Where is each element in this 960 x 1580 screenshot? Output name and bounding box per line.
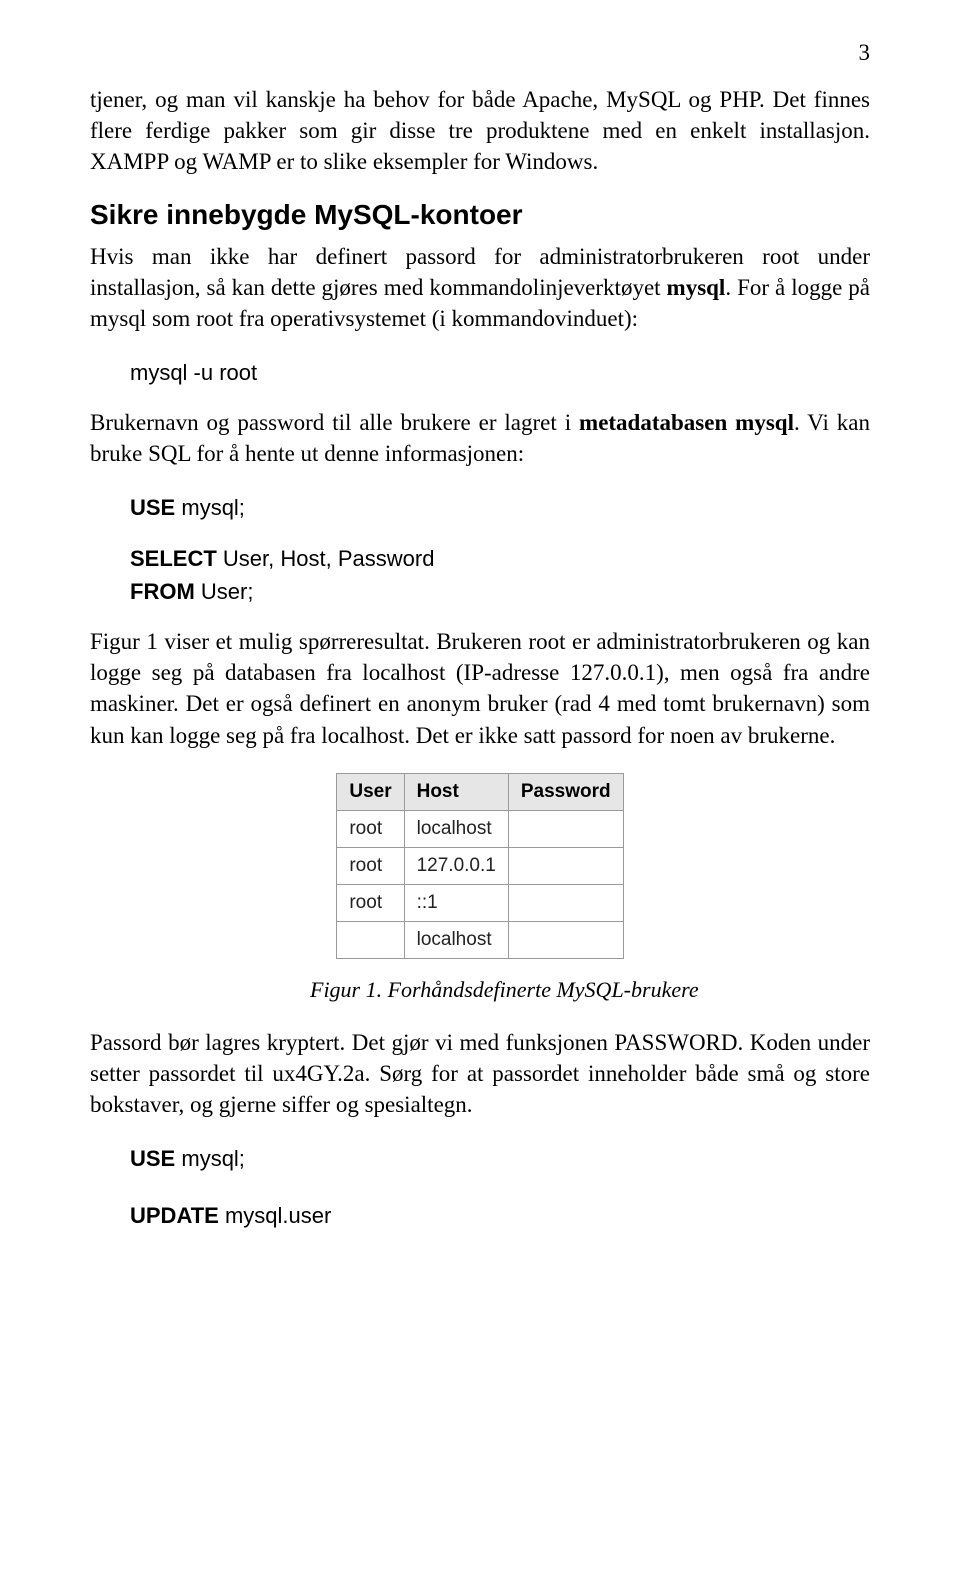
keyword: USE: [130, 1146, 175, 1171]
code-line: mysql -u root: [130, 360, 257, 385]
code-line: USE mysql;: [130, 491, 870, 524]
paragraph-3: Brukernavn og password til alle brukere …: [90, 407, 870, 469]
cell-user: root: [337, 884, 404, 921]
cell-host: localhost: [404, 810, 508, 847]
cell-host: ::1: [404, 884, 508, 921]
code-block-login: mysql -u root: [130, 356, 870, 389]
table-row: localhost: [337, 921, 623, 958]
bold-text: metadatabasen mysql: [579, 410, 794, 435]
paragraph-5: Passord bør lagres kryptert. Det gjør vi…: [90, 1027, 870, 1120]
text: Brukernavn og password til alle brukere …: [90, 410, 579, 435]
paragraph-4: Figur 1 viser et mulig spørreresultat. B…: [90, 626, 870, 750]
code-block-update: UPDATE mysql.user: [130, 1199, 870, 1232]
code-text: mysql;: [175, 1146, 245, 1171]
cell-user: [337, 921, 404, 958]
col-header-host: Host: [404, 773, 508, 810]
cell-password: [508, 847, 623, 884]
page-number: 3: [90, 40, 870, 66]
cell-user: root: [337, 847, 404, 884]
spacer: [130, 524, 870, 542]
code-text: User;: [195, 579, 254, 604]
code-line: UPDATE mysql.user: [130, 1199, 870, 1232]
table-header-row: User Host Password: [337, 773, 623, 810]
code-text: User, Host, Password: [217, 546, 435, 571]
code-text: mysql.user: [219, 1203, 331, 1228]
result-table: User Host Password root localhost root 1…: [336, 773, 623, 959]
keyword: USE: [130, 495, 175, 520]
code-line: USE mysql;: [130, 1142, 870, 1175]
code-text: mysql;: [175, 495, 245, 520]
code-line: FROM User;: [130, 575, 870, 608]
figure-caption: Figur 1. Forhåndsdefinerte MySQL-brukere: [310, 977, 870, 1003]
cell-host: 127.0.0.1: [404, 847, 508, 884]
code-block-use: USE mysql;: [130, 1142, 870, 1175]
code-block-select: USE mysql; SELECT User, Host, Password F…: [130, 491, 870, 608]
col-header-user: User: [337, 773, 404, 810]
table-row: root localhost: [337, 810, 623, 847]
keyword: FROM: [130, 579, 195, 604]
cell-user: root: [337, 810, 404, 847]
keyword: SELECT: [130, 546, 217, 571]
keyword: UPDATE: [130, 1203, 219, 1228]
result-table-wrap: User Host Password root localhost root 1…: [90, 773, 870, 959]
cell-host: localhost: [404, 921, 508, 958]
code-line: SELECT User, Host, Password: [130, 542, 870, 575]
cell-password: [508, 884, 623, 921]
table-row: root 127.0.0.1: [337, 847, 623, 884]
bold-text: mysql: [667, 275, 726, 300]
paragraph-1: tjener, og man vil kanskje ha behov for …: [90, 84, 870, 177]
table-row: root ::1: [337, 884, 623, 921]
cell-password: [508, 810, 623, 847]
col-header-password: Password: [508, 773, 623, 810]
paragraph-2: Hvis man ikke har definert passord for a…: [90, 241, 870, 334]
heading-secure-mysql: Sikre innebygde MySQL-kontoer: [90, 199, 870, 231]
cell-password: [508, 921, 623, 958]
document-page: 3 tjener, og man vil kanskje ha behov fo…: [0, 0, 960, 1290]
